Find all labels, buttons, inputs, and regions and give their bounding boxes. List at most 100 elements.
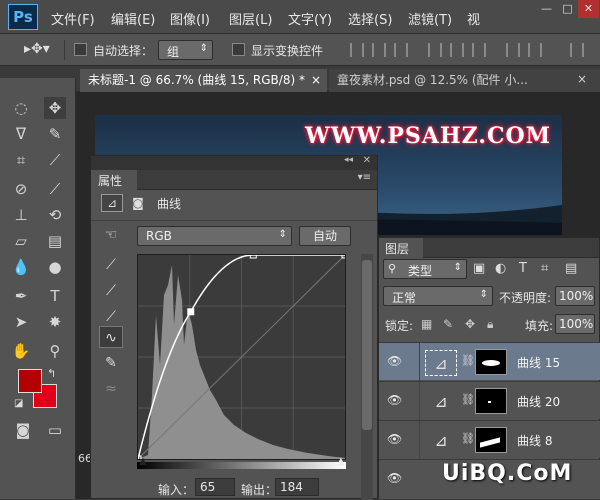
layer-row-curves-8[interactable]: 👁︎ ⊿ ⛓︎ 曲线 8 — [379, 420, 600, 459]
mask-icon[interactable]: ◙ — [127, 194, 149, 212]
eraser-tool-icon[interactable]: ▱ — [10, 230, 32, 252]
blend-mode-dropdown[interactable]: 正常 ⇕ — [383, 286, 493, 306]
distribute-vcenter-icon[interactable] — [528, 43, 542, 57]
hand-tool-icon[interactable]: ✋ — [10, 340, 32, 362]
auto-select-dropdown[interactable]: 组 ⇕ — [158, 40, 213, 60]
properties-scrollbar[interactable] — [361, 254, 373, 500]
output-field[interactable]: 184 — [275, 478, 319, 496]
clone-stamp-tool-icon[interactable]: ⊥ — [10, 204, 32, 226]
layer-filter-dropdown[interactable]: ⚲ 类型 ⇕ — [383, 259, 467, 279]
crop-tool-icon[interactable]: ⌗ — [10, 149, 32, 171]
on-image-adjust-icon[interactable]: ☜ — [99, 224, 123, 246]
minimize-button[interactable]: — — [536, 0, 557, 18]
white-slider-icon[interactable]: ▲ — [337, 456, 345, 467]
visibility-eye-icon[interactable]: 👁︎ — [387, 393, 403, 407]
channel-dropdown[interactable]: RGB ⇕ — [137, 226, 292, 246]
curves-layer-icon[interactable]: ⊿ — [425, 350, 457, 376]
tab-night-material[interactable]: 童夜素材.psd @ 12.5% (配件 小... — [329, 69, 600, 92]
curves-layer-icon[interactable]: ⊿ — [425, 389, 457, 415]
show-transform-checkbox[interactable] — [232, 43, 245, 56]
maximize-button[interactable]: □ — [557, 0, 578, 18]
lasso-tool-icon[interactable]: ᐁ — [10, 123, 32, 145]
gradient-tool-icon[interactable]: ▤ — [44, 230, 66, 252]
curves-layer-icon[interactable]: ⊿ — [425, 428, 457, 454]
type-filter-icon[interactable]: T — [519, 261, 527, 276]
align-vcenter-icon[interactable] — [372, 43, 386, 57]
quick-select-tool-icon[interactable]: ✎ — [44, 123, 66, 145]
input-field[interactable]: 65 — [195, 478, 235, 496]
scrollbar-thumb[interactable] — [362, 260, 372, 430]
collapse-icon[interactable]: ◂◂ — [344, 155, 353, 165]
properties-tab[interactable]: 属性 — [91, 170, 137, 190]
black-slider-icon[interactable]: ▲ — [139, 456, 147, 467]
smooth-curve-icon[interactable]: ≈ — [99, 378, 123, 400]
lock-all-icon[interactable]: 🔒︎ — [487, 317, 493, 332]
visibility-eye-icon[interactable]: 👁︎ — [387, 432, 403, 446]
link-chain-icon[interactable]: ⛓︎ — [461, 393, 475, 406]
quick-mask-icon[interactable]: ◙ — [12, 419, 34, 441]
layer-row-curves-15[interactable]: 👁︎ ⊿ ⛓︎ 曲线 15 — [379, 342, 600, 381]
default-colors-icon[interactable]: ◪ — [14, 398, 23, 409]
foreground-color-swatch[interactable] — [18, 369, 42, 393]
visibility-eye-icon[interactable]: 👁︎ — [387, 471, 403, 485]
type-tool-icon[interactable]: T — [44, 285, 66, 307]
healing-brush-tool-icon[interactable]: ⊘ — [10, 178, 32, 200]
link-chain-icon[interactable]: ⛓︎ — [461, 432, 475, 445]
tab-close-icon[interactable]: × — [577, 72, 587, 86]
menu-filter[interactable]: 滤镜(T) — [408, 9, 452, 28]
lock-pixels-icon[interactable]: ✎ — [443, 317, 453, 331]
menu-file[interactable]: 文件(F) — [51, 9, 95, 28]
fill-field[interactable]: 100% — [555, 314, 595, 334]
path-select-tool-icon[interactable]: ➤ — [10, 311, 32, 333]
eyedropper-tool-icon[interactable]: ⟋ — [44, 149, 66, 171]
dodge-tool-icon[interactable]: ● — [44, 256, 66, 278]
curve-graph[interactable] — [134, 251, 349, 463]
tab-close-icon[interactable]: × — [311, 69, 321, 91]
auto-select-checkbox[interactable] — [74, 43, 87, 56]
screen-mode-icon[interactable]: ▭ — [44, 419, 66, 441]
pen-tool-icon[interactable]: ✒ — [10, 285, 32, 307]
distribute-left-icon[interactable] — [570, 43, 584, 57]
menu-edit[interactable]: 编辑(E) — [111, 9, 155, 28]
blur-tool-icon[interactable]: 💧 — [10, 256, 32, 278]
menu-view[interactable]: 视 — [467, 9, 480, 28]
black-point-eyedropper-icon[interactable]: ⟋ — [99, 254, 123, 276]
visibility-eye-icon[interactable]: 👁︎ — [387, 354, 403, 368]
close-window-button[interactable]: ✕ — [578, 0, 599, 18]
layers-tab[interactable]: 图层 — [379, 238, 423, 258]
align-right-icon[interactable] — [472, 43, 486, 57]
pixel-filter-icon[interactable]: ▣ — [473, 261, 485, 276]
curve-control-point[interactable] — [187, 308, 195, 316]
curve-svg[interactable] — [134, 251, 349, 463]
panel-menu-icon[interactable]: ▾≡ — [358, 172, 371, 183]
adjustment-filter-icon[interactable]: ◐ — [495, 261, 506, 276]
layer-mask-thumbnail[interactable] — [475, 349, 507, 375]
pencil-draw-icon[interactable]: ✎ — [99, 352, 123, 374]
smart-object-filter-icon[interactable]: ▤ — [565, 261, 577, 276]
distribute-top-icon[interactable] — [506, 43, 520, 57]
lock-transparency-icon[interactable]: ▦ — [421, 317, 432, 331]
menu-type[interactable]: 文字(Y) — [288, 9, 332, 28]
close-panel-icon[interactable]: ✕ — [363, 155, 371, 166]
layer-row-curves-20[interactable]: 👁︎ ⊿ ⛓︎ 曲线 20 — [379, 381, 600, 420]
menu-image[interactable]: 图像(I) — [170, 9, 210, 28]
swap-colors-icon[interactable]: ↰ — [47, 367, 56, 380]
layer-mask-thumbnail[interactable] — [475, 388, 507, 414]
align-top-icon[interactable] — [350, 43, 364, 57]
align-hcenter-icon[interactable] — [450, 43, 464, 57]
shape-filter-icon[interactable]: ⌗ — [541, 261, 548, 276]
white-point-eyedropper-icon[interactable]: ⟋ — [99, 306, 123, 328]
align-left-icon[interactable] — [428, 43, 442, 57]
curve-point-tool-icon[interactable]: ∿ — [99, 326, 123, 348]
gray-point-eyedropper-icon[interactable]: ⟋ — [99, 280, 123, 302]
layer-mask-thumbnail[interactable] — [475, 427, 507, 453]
move-tool-preset-icon[interactable]: ▸✥▾ — [24, 41, 50, 57]
auto-button[interactable]: 自动 — [299, 226, 351, 246]
history-brush-tool-icon[interactable]: ⟲ — [44, 204, 66, 226]
move-tool-icon[interactable]: ✥ — [44, 97, 66, 119]
custom-shape-tool-icon[interactable]: ✸ — [44, 311, 66, 333]
zoom-tool-icon[interactable]: ⚲ — [44, 340, 66, 362]
tab-untitled-1[interactable]: 未标题-1 @ 66.7% (曲线 15, RGB/8) * × — [80, 69, 327, 92]
marquee-tool-icon[interactable]: ◌ — [10, 97, 32, 119]
align-bottom-icon[interactable] — [394, 43, 408, 57]
